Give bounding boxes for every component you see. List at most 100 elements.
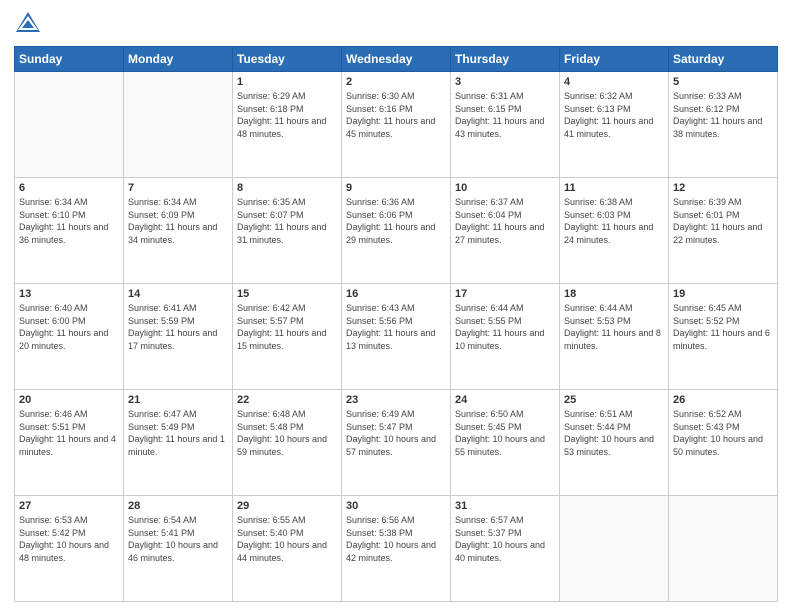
calendar-cell: 12 Sunrise: 6:39 AM Sunset: 6:01 PM Dayli… (669, 178, 778, 284)
day-number: 24 (455, 394, 555, 406)
week-row-1: 1 Sunrise: 6:29 AM Sunset: 6:18 PM Daylig… (15, 72, 778, 178)
calendar-cell: 28 Sunrise: 6:54 AM Sunset: 5:41 PM Dayli… (124, 496, 233, 602)
day-info: Sunrise: 6:52 AM Sunset: 5:43 PM Dayligh… (673, 408, 773, 458)
calendar-cell: 30 Sunrise: 6:56 AM Sunset: 5:38 PM Dayli… (342, 496, 451, 602)
calendar-cell (15, 72, 124, 178)
day-number: 8 (237, 182, 337, 194)
day-info: Sunrise: 6:39 AM Sunset: 6:01 PM Dayligh… (673, 196, 773, 246)
day-number: 28 (128, 500, 228, 512)
day-info: Sunrise: 6:34 AM Sunset: 6:10 PM Dayligh… (19, 196, 119, 246)
day-number: 21 (128, 394, 228, 406)
day-info: Sunrise: 6:44 AM Sunset: 5:55 PM Dayligh… (455, 302, 555, 352)
calendar-cell (669, 496, 778, 602)
day-info: Sunrise: 6:40 AM Sunset: 6:00 PM Dayligh… (19, 302, 119, 352)
day-number: 29 (237, 500, 337, 512)
calendar-cell: 7 Sunrise: 6:34 AM Sunset: 6:09 PM Daylig… (124, 178, 233, 284)
day-info: Sunrise: 6:54 AM Sunset: 5:41 PM Dayligh… (128, 514, 228, 564)
day-number: 20 (19, 394, 119, 406)
day-number: 26 (673, 394, 773, 406)
day-info: Sunrise: 6:37 AM Sunset: 6:04 PM Dayligh… (455, 196, 555, 246)
day-number: 2 (346, 76, 446, 88)
header-row: Sunday Monday Tuesday Wednesday Thursday… (15, 47, 778, 72)
day-info: Sunrise: 6:29 AM Sunset: 6:18 PM Dayligh… (237, 90, 337, 140)
calendar-cell (124, 72, 233, 178)
calendar-cell: 13Sunrise: 6:40 AM Sunset: 6:00 PM Dayli… (15, 284, 124, 390)
calendar-cell: 15Sunrise: 6:42 AM Sunset: 5:57 PM Dayli… (233, 284, 342, 390)
day-info: Sunrise: 6:31 AM Sunset: 6:15 PM Dayligh… (455, 90, 555, 140)
day-number: 1 (237, 76, 337, 88)
day-number: 11 (564, 182, 664, 194)
day-number: 25 (564, 394, 664, 406)
day-number: 6 (19, 182, 119, 194)
day-info: Sunrise: 6:33 AM Sunset: 6:12 PM Dayligh… (673, 90, 773, 140)
day-number: 14 (128, 288, 228, 300)
calendar-cell: 27Sunrise: 6:53 AM Sunset: 5:42 PM Dayli… (15, 496, 124, 602)
day-number: 31 (455, 500, 555, 512)
day-number: 30 (346, 500, 446, 512)
calendar-cell: 31 Sunrise: 6:57 AM Sunset: 5:37 PM Dayli… (451, 496, 560, 602)
calendar-header: Sunday Monday Tuesday Wednesday Thursday… (15, 47, 778, 72)
calendar-cell: 19 Sunrise: 6:45 AM Sunset: 5:52 PM Dayli… (669, 284, 778, 390)
day-info: Sunrise: 6:30 AM Sunset: 6:16 PM Dayligh… (346, 90, 446, 140)
day-number: 4 (564, 76, 664, 88)
week-row-3: 13Sunrise: 6:40 AM Sunset: 6:00 PM Dayli… (15, 284, 778, 390)
col-sunday: Sunday (15, 47, 124, 72)
day-number: 17 (455, 288, 555, 300)
calendar-cell: 24 Sunrise: 6:50 AM Sunset: 5:45 PM Dayli… (451, 390, 560, 496)
calendar-table: Sunday Monday Tuesday Wednesday Thursday… (14, 46, 778, 602)
day-info: Sunrise: 6:36 AM Sunset: 6:06 PM Dayligh… (346, 196, 446, 246)
calendar-cell: 5 Sunrise: 6:33 AM Sunset: 6:12 PM Daylig… (669, 72, 778, 178)
day-number: 23 (346, 394, 446, 406)
day-info: Sunrise: 6:56 AM Sunset: 5:38 PM Dayligh… (346, 514, 446, 564)
calendar-cell: 6 Sunrise: 6:34 AM Sunset: 6:10 PM Daylig… (15, 178, 124, 284)
calendar-cell: 21 Sunrise: 6:47 AM Sunset: 5:49 PM Dayli… (124, 390, 233, 496)
calendar-cell: 17 Sunrise: 6:44 AM Sunset: 5:55 PM Dayli… (451, 284, 560, 390)
day-number: 16 (346, 288, 446, 300)
day-info: Sunrise: 6:48 AM Sunset: 5:48 PM Dayligh… (237, 408, 337, 458)
col-saturday: Saturday (669, 47, 778, 72)
calendar-cell: 23 Sunrise: 6:49 AM Sunset: 5:47 PM Dayli… (342, 390, 451, 496)
col-thursday: Thursday (451, 47, 560, 72)
day-info: Sunrise: 6:43 AM Sunset: 5:56 PM Dayligh… (346, 302, 446, 352)
week-row-4: 20 Sunrise: 6:46 AM Sunset: 5:51 PM Dayli… (15, 390, 778, 496)
day-info: Sunrise: 6:34 AM Sunset: 6:09 PM Dayligh… (128, 196, 228, 246)
day-info: Sunrise: 6:49 AM Sunset: 5:47 PM Dayligh… (346, 408, 446, 458)
day-number: 10 (455, 182, 555, 194)
day-info: Sunrise: 6:46 AM Sunset: 5:51 PM Dayligh… (19, 408, 119, 458)
calendar-cell: 26 Sunrise: 6:52 AM Sunset: 5:43 PM Dayli… (669, 390, 778, 496)
day-info: Sunrise: 6:55 AM Sunset: 5:40 PM Dayligh… (237, 514, 337, 564)
calendar-cell: 11 Sunrise: 6:38 AM Sunset: 6:03 PM Dayli… (560, 178, 669, 284)
calendar-cell: 3Sunrise: 6:31 AM Sunset: 6:15 PM Daylig… (451, 72, 560, 178)
day-number: 5 (673, 76, 773, 88)
calendar-cell: 25 Sunrise: 6:51 AM Sunset: 5:44 PM Dayli… (560, 390, 669, 496)
calendar-cell: 1 Sunrise: 6:29 AM Sunset: 6:18 PM Daylig… (233, 72, 342, 178)
day-number: 18 (564, 288, 664, 300)
day-info: Sunrise: 6:35 AM Sunset: 6:07 PM Dayligh… (237, 196, 337, 246)
day-info: Sunrise: 6:32 AM Sunset: 6:13 PM Dayligh… (564, 90, 664, 140)
calendar-cell (560, 496, 669, 602)
day-info: Sunrise: 6:38 AM Sunset: 6:03 PM Dayligh… (564, 196, 664, 246)
day-number: 22 (237, 394, 337, 406)
week-row-5: 27Sunrise: 6:53 AM Sunset: 5:42 PM Dayli… (15, 496, 778, 602)
day-info: Sunrise: 6:45 AM Sunset: 5:52 PM Dayligh… (673, 302, 773, 352)
calendar-cell: 2 Sunrise: 6:30 AM Sunset: 6:16 PM Daylig… (342, 72, 451, 178)
day-number: 7 (128, 182, 228, 194)
day-number: 19 (673, 288, 773, 300)
day-info: Sunrise: 6:41 AM Sunset: 5:59 PM Dayligh… (128, 302, 228, 352)
day-info: Sunrise: 6:51 AM Sunset: 5:44 PM Dayligh… (564, 408, 664, 458)
day-number: 9 (346, 182, 446, 194)
col-friday: Friday (560, 47, 669, 72)
calendar-cell: 10 Sunrise: 6:37 AM Sunset: 6:04 PM Dayli… (451, 178, 560, 284)
logo (14, 10, 46, 38)
calendar-cell: 29 Sunrise: 6:55 AM Sunset: 5:40 PM Dayli… (233, 496, 342, 602)
day-info: Sunrise: 6:50 AM Sunset: 5:45 PM Dayligh… (455, 408, 555, 458)
page: Sunday Monday Tuesday Wednesday Thursday… (0, 0, 792, 612)
calendar-body: 1 Sunrise: 6:29 AM Sunset: 6:18 PM Daylig… (15, 72, 778, 602)
day-info: Sunrise: 6:57 AM Sunset: 5:37 PM Dayligh… (455, 514, 555, 564)
logo-icon (14, 10, 42, 38)
calendar-cell: 18Sunrise: 6:44 AM Sunset: 5:53 PM Dayli… (560, 284, 669, 390)
day-info: Sunrise: 6:47 AM Sunset: 5:49 PM Dayligh… (128, 408, 228, 458)
col-monday: Monday (124, 47, 233, 72)
calendar-cell: 4 Sunrise: 6:32 AM Sunset: 6:13 PM Daylig… (560, 72, 669, 178)
day-number: 12 (673, 182, 773, 194)
